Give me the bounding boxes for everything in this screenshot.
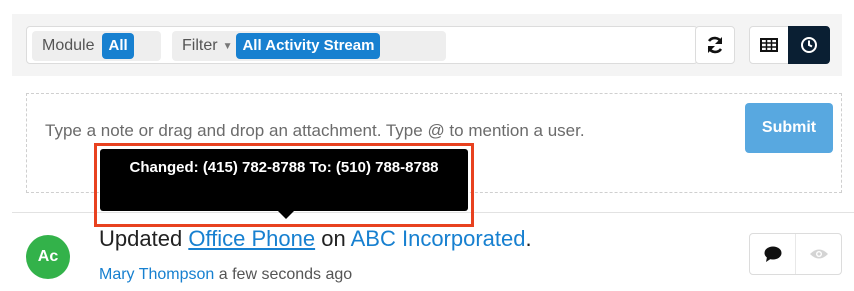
comment-button[interactable] <box>750 234 795 274</box>
field-link[interactable]: Office Phone <box>188 226 315 251</box>
chevron-down-icon[interactable]: ▼ <box>223 41 233 52</box>
module-label: Module <box>42 37 95 54</box>
activity-actions <box>749 233 842 275</box>
change-tooltip: Changed: (415) 782-8788 To: (510) 788-87… <box>100 149 468 211</box>
record-link[interactable]: ABC Incorporated <box>351 226 526 251</box>
tooltip-arrow <box>277 210 295 219</box>
activity-filter[interactable]: Filter ▼ All Activity Stream <box>172 31 446 61</box>
module-value-pill[interactable]: All <box>102 33 134 59</box>
filter-label: Filter <box>182 37 218 54</box>
comment-icon <box>764 246 781 262</box>
activity-summary: Updated Office Phone on ABC Incorporated… <box>99 226 532 252</box>
activity-preposition: on <box>321 226 346 251</box>
activity-view-button[interactable] <box>788 26 830 64</box>
author-link[interactable]: Mary Thompson <box>99 266 214 283</box>
activity-toolbar: Module All Filter ▼ All Activity Stream <box>12 14 842 76</box>
activity-action: Updated <box>99 226 183 251</box>
table-icon <box>760 38 778 52</box>
table-view-button[interactable] <box>749 26 789 64</box>
filter-bar: Module All Filter ▼ All Activity Stream <box>26 26 698 64</box>
clock-icon <box>801 37 817 53</box>
preview-button[interactable] <box>795 234 841 274</box>
note-input[interactable]: Type a note or drag and drop an attachme… <box>45 117 695 144</box>
activity-trailing: . <box>525 226 532 251</box>
activity-meta: Mary Thompson a few seconds ago <box>99 266 352 284</box>
refresh-icon <box>707 36 723 54</box>
submit-button[interactable]: Submit <box>745 103 833 153</box>
refresh-button[interactable] <box>695 26 735 64</box>
activity-time: a few seconds ago <box>218 266 353 283</box>
filter-value-pill[interactable]: All Activity Stream <box>236 33 381 59</box>
avatar[interactable]: Ac <box>26 235 70 279</box>
eye-icon <box>809 249 828 259</box>
module-filter[interactable]: Module All <box>32 31 161 61</box>
